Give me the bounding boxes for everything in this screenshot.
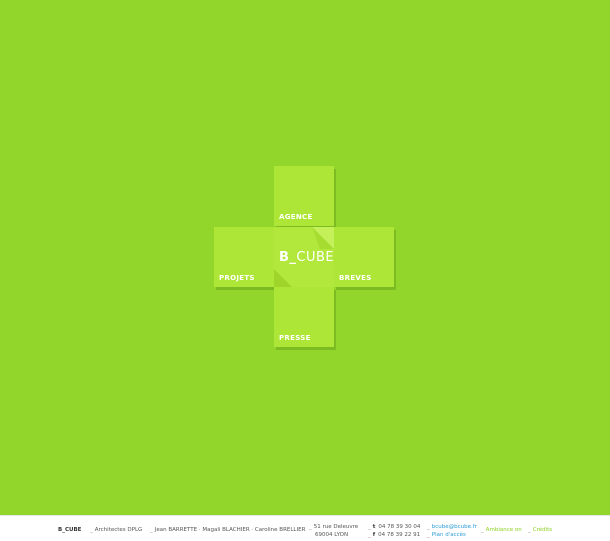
footer-phone: _ t 04 78 39 30 04 _ f 04 78 39 22 91: [368, 524, 421, 538]
nav-tile-agence[interactable]: AGENCE: [274, 166, 334, 226]
footer-address: _ 51 rue Deleuvre 69004 LYON: [309, 524, 359, 538]
logo-suffix: CUBE: [296, 250, 334, 265]
logo-text: B_CUBE: [279, 250, 334, 265]
phone-number: 04 78 39 30 04: [378, 524, 421, 530]
nav-tile-breves[interactable]: BREVES: [334, 227, 394, 287]
main-stage: AGENCE PROJETS B_CUBE BREVES PRESSE: [0, 0, 610, 515]
logo-tile[interactable]: B_CUBE: [274, 227, 334, 287]
footer-brand: B_CUBE: [58, 527, 82, 533]
footer: B_CUBE _ Architectes DPLG _ Jean BARRETTE …: [0, 515, 610, 541]
nav-label-breves: BREVES: [339, 274, 372, 282]
nav-label-presse: PRESSE: [279, 334, 311, 342]
address-line1: 51 rue Deleuvre: [313, 524, 359, 530]
footer-architects: _ Architectes DPLG: [90, 527, 143, 533]
fax-icon: f: [372, 532, 376, 538]
fax-number: 04 78 39 22 91: [378, 532, 421, 538]
email-link[interactable]: bcube@bcube.fr: [432, 524, 477, 530]
plan-link[interactable]: Plan d'accès: [432, 532, 466, 538]
address-line2: 69004 LYON: [315, 532, 349, 538]
footer-links: _ bcube@bcube.fr _ Plan d'accès: [427, 524, 477, 538]
nav-tile-projets[interactable]: PROJETS: [214, 227, 274, 287]
nav-label-agence: AGENCE: [279, 213, 313, 221]
phone-icon: t: [372, 524, 376, 530]
credits-link[interactable]: _ Crédits: [528, 527, 552, 533]
ambiance-link[interactable]: _ Ambiance on: [481, 527, 522, 533]
nav-label-projets: PROJETS: [219, 274, 255, 282]
footer-partners: _ Jean BARRETTE · Magali BLACHIER · Carol…: [150, 527, 306, 533]
logo-prefix: B_: [279, 250, 297, 265]
nav-tile-presse[interactable]: PRESSE: [274, 287, 334, 347]
